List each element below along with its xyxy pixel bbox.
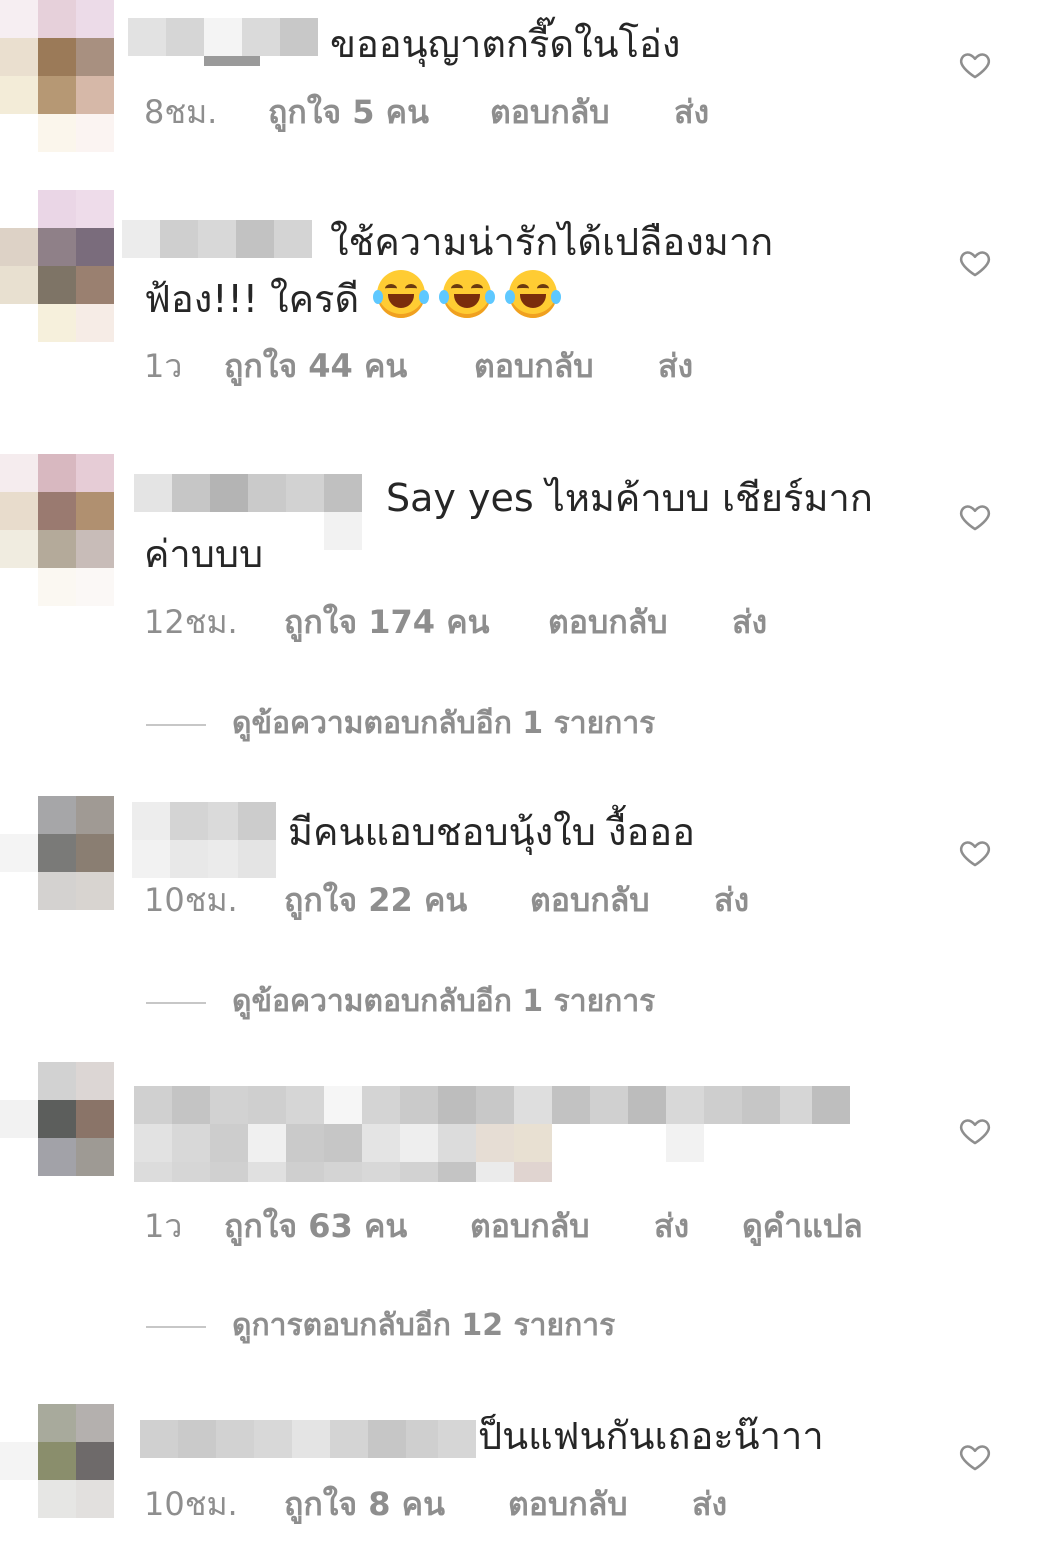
likes-count-link[interactable]: ถูกใจ 44 คน xyxy=(224,344,407,388)
avatar[interactable] xyxy=(0,796,120,946)
view-replies-label: ดูข้อความตอบกลับอีก 1 รายการ xyxy=(232,706,656,741)
comment-time: 1ว xyxy=(144,347,183,385)
tears-of-joy-emoji-icon xyxy=(373,270,430,318)
comments-feed: ขออนุญาตกรี๊ดในโอ่ง 8ชม. ถูกใจ 5 คน ตอบก… xyxy=(0,0,1056,1552)
likes-count-link[interactable]: ถูกใจ 8 คน xyxy=(284,1482,445,1526)
comment-item: Say yes ไหมค้าบบ เชียร์มาก ค่าบบบ 12ชม. … xyxy=(0,454,1056,754)
send-button[interactable]: ส่ง xyxy=(732,600,767,644)
comment-meta: 1ว ถูกใจ 63 คน ตอบกลับ ส่ง ดูคำแปล xyxy=(144,1204,904,1248)
send-button[interactable]: ส่ง xyxy=(654,1204,689,1248)
likes-count-link[interactable]: ถูกใจ 63 คน xyxy=(224,1204,407,1248)
tears-of-joy-emoji-icon xyxy=(439,270,496,318)
comment-text: ขออนุญาตกรี๊ดในโอ่ง xyxy=(330,22,681,66)
username-blurred[interactable] xyxy=(132,802,276,878)
comment-text-line2: ค่าบบบ xyxy=(144,532,264,576)
heart-outline-icon[interactable] xyxy=(958,246,992,280)
heart-outline-icon[interactable] xyxy=(958,500,992,534)
reply-button[interactable]: ตอบกลับ xyxy=(530,878,650,922)
heart-outline-icon[interactable] xyxy=(958,1114,992,1148)
view-replies-label: ดูการตอบกลับอีก 12 รายการ xyxy=(232,1308,616,1343)
comment-text-line2: ฟ้อง!!! ใครดี xyxy=(144,270,924,327)
heart-outline-icon[interactable] xyxy=(958,836,992,870)
reply-button[interactable]: ตอบกลับ xyxy=(548,600,668,644)
heart-outline-icon[interactable] xyxy=(958,48,992,82)
view-replies-button[interactable]: ดูข้อความตอบกลับอีก 1 รายการ xyxy=(146,702,655,746)
send-button[interactable]: ส่ง xyxy=(674,90,709,134)
heart-outline-icon[interactable] xyxy=(958,1440,992,1474)
reply-button[interactable]: ตอบกลับ xyxy=(474,344,594,388)
comment-text: ฟ้อง!!! ใครดี xyxy=(144,277,360,321)
view-replies-button[interactable]: ดูการตอบกลับอีก 12 รายการ xyxy=(146,1304,615,1348)
comment-meta: 8ชม. ถูกใจ 5 คน ตอบกลับ ส่ง xyxy=(144,90,764,134)
translate-button[interactable]: ดูคำแปล xyxy=(742,1204,863,1248)
comment-time: 10ชม. xyxy=(144,881,238,919)
likes-count-link[interactable]: ถูกใจ 174 คน xyxy=(284,600,489,644)
avatar[interactable] xyxy=(0,454,120,606)
send-button[interactable]: ส่ง xyxy=(658,344,693,388)
replies-divider xyxy=(146,1001,206,1004)
username-blurred[interactable] xyxy=(128,18,320,88)
likes-count-link[interactable]: ถูกใจ 5 คน xyxy=(268,90,429,134)
send-button[interactable]: ส่ง xyxy=(692,1482,727,1526)
username-blurred[interactable] xyxy=(140,1420,476,1460)
comment-time: 10ชม. xyxy=(144,1485,238,1523)
replies-divider xyxy=(146,723,206,726)
comment-item: ขออนุญาตกรี๊ดในโอ่ง 8ชม. ถูกใจ 5 คน ตอบก… xyxy=(0,0,1056,160)
send-button[interactable]: ส่ง xyxy=(714,878,749,922)
comment-time: 12ชม. xyxy=(144,603,238,641)
comment-text-blurred xyxy=(134,1086,850,1182)
reply-button[interactable]: ตอบกลับ xyxy=(490,90,610,134)
comment-text: มีคนแอบชอบนุ้งใบ งื้อออ xyxy=(288,810,695,854)
comment-item: มีคนแอบชอบนุ้งใบ งื้อออ 10ชม. ถูกใจ 22 ค… xyxy=(0,796,1056,1026)
avatar[interactable] xyxy=(0,1404,120,1518)
likes-count-link[interactable]: ถูกใจ 22 คน xyxy=(284,878,467,922)
reply-button[interactable]: ตอบกลับ xyxy=(508,1482,628,1526)
replies-divider xyxy=(146,1325,206,1328)
comment-time: 8ชม. xyxy=(144,93,218,131)
avatar[interactable] xyxy=(0,0,120,152)
comment-item: ใช้ความน่ารักได้เปลืองมาก ฟ้อง!!! ใครดี … xyxy=(0,190,1056,410)
avatar[interactable] xyxy=(0,190,120,342)
comment-meta: 12ชม. ถูกใจ 174 คน ตอบกลับ ส่ง xyxy=(144,600,784,644)
comment-time: 1ว xyxy=(144,1207,183,1245)
tears-of-joy-emoji-icon xyxy=(505,270,562,318)
comment-meta: 1ว ถูกใจ 44 คน ตอบกลับ ส่ง xyxy=(144,344,744,388)
comment-text-line1: ใช้ความน่ารักได้เปลืองมาก xyxy=(330,220,774,264)
comment-meta: 10ชม. ถูกใจ 8 คน ตอบกลับ ส่ง xyxy=(144,1482,764,1526)
view-replies-button[interactable]: ดูข้อความตอบกลับอีก 1 รายการ xyxy=(146,980,655,1024)
comment-text-line1: Say yes ไหมค้าบบ เชียร์มาก xyxy=(386,476,873,520)
view-replies-label: ดูข้อความตอบกลับอีก 1 รายการ xyxy=(232,984,656,1019)
avatar[interactable] xyxy=(0,1062,120,1212)
comment-item: ป็นแฟนกันเถอะน๊าาา 10ชม. ถูกใจ 8 คน ตอบก… xyxy=(0,1404,1056,1552)
reply-button[interactable]: ตอบกลับ xyxy=(470,1204,590,1248)
comment-meta: 10ชม. ถูกใจ 22 คน ตอบกลับ ส่ง xyxy=(144,878,774,922)
comment-item: 1ว ถูกใจ 63 คน ตอบกลับ ส่ง ดูคำแปล ดูการ… xyxy=(0,1062,1056,1362)
